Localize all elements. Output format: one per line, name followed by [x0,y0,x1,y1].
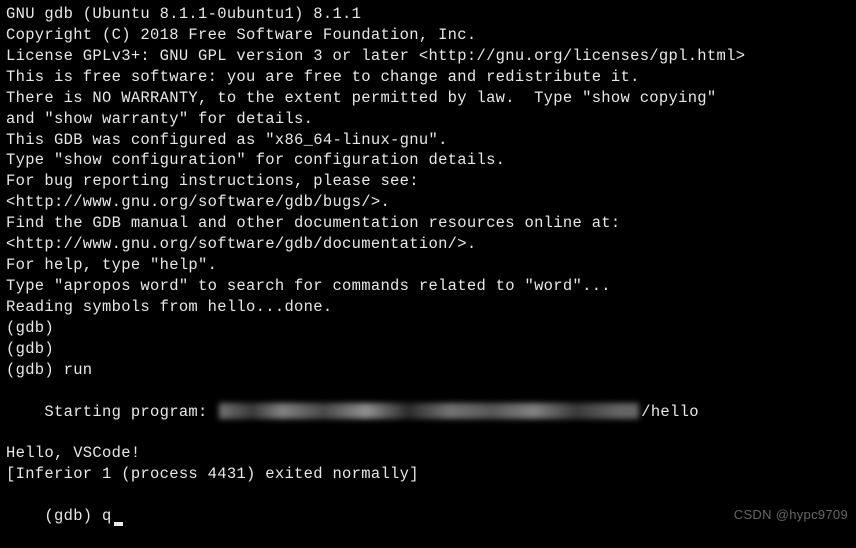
inferior-exit: [Inferior 1 (process 4431) exited normal… [6,464,850,485]
terminal-line: Reading symbols from hello...done. [6,297,850,318]
terminal-output[interactable]: GNU gdb (Ubuntu 8.1.1-0ubuntu1) 8.1.1 Co… [6,4,850,548]
gdb-prompt-quit: (gdb) q [6,485,850,548]
terminal-line: Copyright (C) 2018 Free Software Foundat… [6,25,850,46]
terminal-line: License GPLv3+: GNU GPL version 3 or lat… [6,46,850,67]
terminal-line: and "show warranty" for details. [6,109,850,130]
gdb-prompt: (gdb) [6,339,850,360]
terminal-line: Type "apropos word" to search for comman… [6,276,850,297]
terminal-line: This GDB was configured as "x86_64-linux… [6,130,850,151]
program-output: Hello, VSCode! [6,443,850,464]
terminal-line: <http://www.gnu.org/software/gdb/documen… [6,234,850,255]
gdb-prompt: (gdb) [6,318,850,339]
gdb-prompt-run: (gdb) run [6,360,850,381]
starting-suffix: /hello [641,403,699,421]
cursor-icon [114,522,123,526]
terminal-line: This is free software: you are free to c… [6,67,850,88]
terminal-line: <http://www.gnu.org/software/gdb/bugs/>. [6,192,850,213]
starting-program-line: Starting program: /hello [6,381,850,444]
terminal-line: Type "show configuration" for configurat… [6,150,850,171]
terminal-line: There is NO WARRANTY, to the extent perm… [6,88,850,109]
blurred-path [219,403,639,419]
terminal-line: For help, type "help". [6,255,850,276]
terminal-line: For bug reporting instructions, please s… [6,171,850,192]
terminal-line: GNU gdb (Ubuntu 8.1.1-0ubuntu1) 8.1.1 [6,4,850,25]
terminal-line: Find the GDB manual and other documentat… [6,213,850,234]
starting-prefix: Starting program: [44,403,217,421]
watermark: CSDN @hypc9709 [734,506,848,524]
